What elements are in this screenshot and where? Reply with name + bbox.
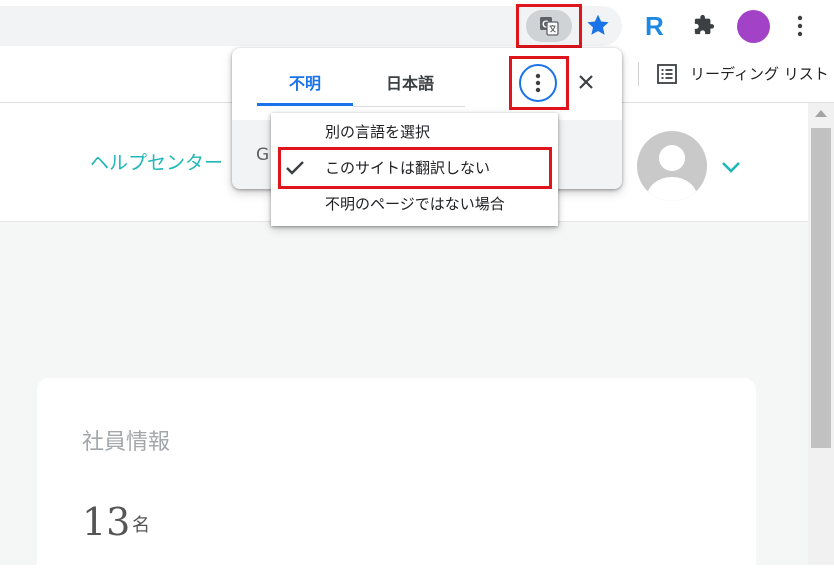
star-icon[interactable] xyxy=(585,12,611,38)
more-vertical-icon[interactable] xyxy=(794,14,806,38)
footer-letter: G xyxy=(256,145,270,165)
highlight-box-menu-item xyxy=(278,147,552,189)
employee-count: 13 xyxy=(82,500,131,544)
close-icon[interactable] xyxy=(576,72,596,92)
user-avatar[interactable] xyxy=(637,131,707,201)
employee-count-unit: 名 xyxy=(132,515,150,536)
card-title: 社員情報 xyxy=(82,430,171,455)
highlight-box-translate xyxy=(516,4,582,48)
menu-item-label: 別の言語を選択 xyxy=(325,123,431,141)
reading-list-icon[interactable] xyxy=(656,63,678,85)
menu-item-choose-language[interactable]: 別の言語を選択 xyxy=(271,114,558,150)
tab-source-language[interactable]: 不明 xyxy=(257,70,353,106)
tab-selected-indicator xyxy=(257,103,353,106)
employee-info-card xyxy=(37,378,756,578)
puzzle-icon[interactable] xyxy=(693,14,715,36)
menu-item-not-unknown-language[interactable]: 不明のページではない場合 xyxy=(271,186,558,222)
profile-avatar[interactable] xyxy=(737,10,770,43)
extension-r-icon[interactable]: R xyxy=(645,12,669,40)
tab-target-language[interactable]: 日本語 xyxy=(362,70,458,106)
scrollbar-thumb[interactable] xyxy=(811,128,831,448)
reading-list-label[interactable]: リーディング リスト xyxy=(690,63,829,85)
chevron-down-icon[interactable] xyxy=(720,160,742,174)
tab-divider xyxy=(353,106,465,107)
scroll-up-arrow-icon[interactable] xyxy=(815,110,827,117)
menu-item-label: 不明のページではない場合 xyxy=(325,195,505,213)
person-icon xyxy=(647,145,697,201)
help-center-link[interactable]: ヘルプセンター xyxy=(90,150,223,176)
bookmarks-separator xyxy=(638,62,639,86)
highlight-box-options xyxy=(509,56,569,110)
